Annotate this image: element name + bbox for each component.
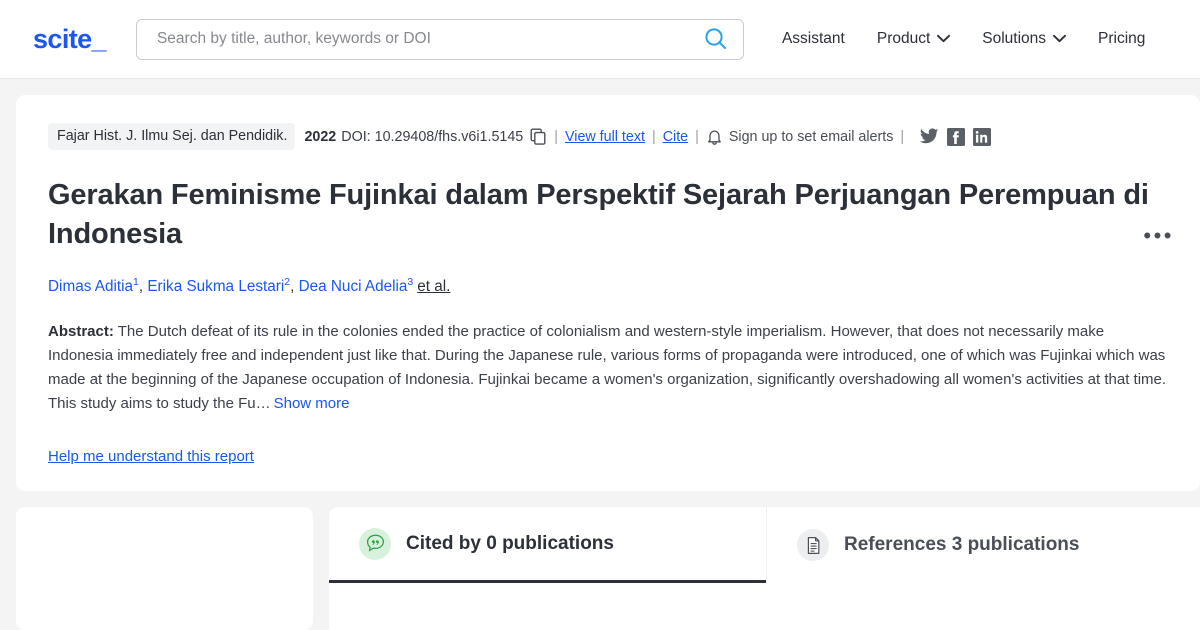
tab-label-references: References 3 publications [844, 534, 1080, 555]
nav-label-solutions: Solutions [982, 30, 1047, 47]
citation-quote-icon [359, 527, 391, 560]
main-nav: Assistant Product Solutions Pricing [766, 30, 1161, 48]
search-bar[interactable] [135, 18, 744, 60]
meta-separator: | [651, 128, 656, 145]
copy-icon[interactable] [530, 128, 547, 145]
site-header: scite_ Assistant Product Solutions Pr [0, 0, 1200, 79]
author-link[interactable]: Dea Nuci Adelia3 [298, 276, 414, 296]
nav-label-product: Product [876, 30, 931, 47]
document-icon [797, 529, 829, 561]
article-card: Fajar Hist. J. Ilmu Sej. dan Pendidik. 2… [16, 95, 1200, 491]
chevron-down-icon [937, 30, 951, 48]
page-title: Gerakan Feminisme Fujinkai dalam Perspek… [48, 179, 1149, 250]
author-affiliation-marker: 3 [407, 276, 414, 289]
author-link[interactable]: Erika Sukma Lestari2 [147, 276, 290, 296]
article-meta-row: Fajar Hist. J. Ilmu Sej. dan Pendidik. 2… [48, 123, 1168, 150]
meta-separator: | [695, 128, 699, 145]
cite-link[interactable]: Cite [663, 129, 688, 145]
tab-label-cited-by: Cited by 0 publications [406, 532, 614, 554]
author-separator: , [290, 278, 299, 296]
twitter-icon[interactable] [920, 128, 939, 145]
search-input[interactable] [154, 29, 703, 49]
publication-tabs: Cited by 0 publications References 3 pub… [329, 507, 1200, 630]
nav-item-product[interactable]: Product [861, 30, 966, 48]
journal-name-chip[interactable]: Fajar Hist. J. Ilmu Sej. dan Pendidik. [48, 123, 296, 150]
view-full-text-link[interactable]: View full text [565, 129, 645, 145]
nav-item-assistant[interactable]: Assistant [766, 30, 861, 48]
author-link[interactable]: Dimas Aditia1 [48, 276, 139, 296]
left-sidebar-panel [16, 507, 313, 630]
author-name: Dimas Aditia [48, 278, 134, 296]
social-share-group [920, 127, 992, 146]
search-icon[interactable] [703, 26, 729, 52]
tab-cited-by[interactable]: Cited by 0 publications [329, 507, 766, 583]
author-name: Dea Nuci Adelia [298, 278, 408, 296]
chevron-down-icon [1053, 30, 1066, 48]
et-al-toggle[interactable]: et al. [417, 278, 450, 295]
nav-item-pricing[interactable]: Pricing [1082, 30, 1161, 48]
meta-separator: | [554, 128, 558, 145]
author-name: Erika Sukma Lestari [147, 278, 285, 296]
email-alerts-label[interactable]: Sign up to set email alerts [729, 129, 894, 145]
doi-text: DOI: 10.29408/fhs.v6i1.5145 [341, 128, 524, 145]
abstract-section: Abstract: The Dutch defeat of its rule i… [48, 320, 1168, 417]
meta-separator: | [900, 128, 905, 145]
nav-item-solutions[interactable]: Solutions [966, 30, 1082, 48]
help-understand-report-link[interactable]: Help me understand this report [48, 448, 254, 465]
facebook-icon[interactable] [947, 127, 966, 146]
scite-logo[interactable]: scite_ [33, 24, 107, 55]
linkedin-icon[interactable] [973, 127, 992, 146]
show-more-button[interactable]: Show more [274, 395, 350, 412]
bell-icon[interactable] [706, 128, 723, 146]
tab-references[interactable]: References 3 publications [766, 507, 1200, 583]
abstract-text: The Dutch defeat of its rule in the colo… [48, 322, 1167, 413]
publication-year: 2022 [304, 128, 337, 145]
author-list: Dimas Aditia1, Erika Sukma Lestari2, Dea… [48, 275, 1168, 298]
nav-label-pricing: Pricing [1098, 30, 1146, 47]
more-options-button[interactable]: ••• [1143, 225, 1174, 247]
nav-label-assistant: Assistant [781, 30, 845, 47]
abstract-label: Abstract: [48, 322, 114, 340]
